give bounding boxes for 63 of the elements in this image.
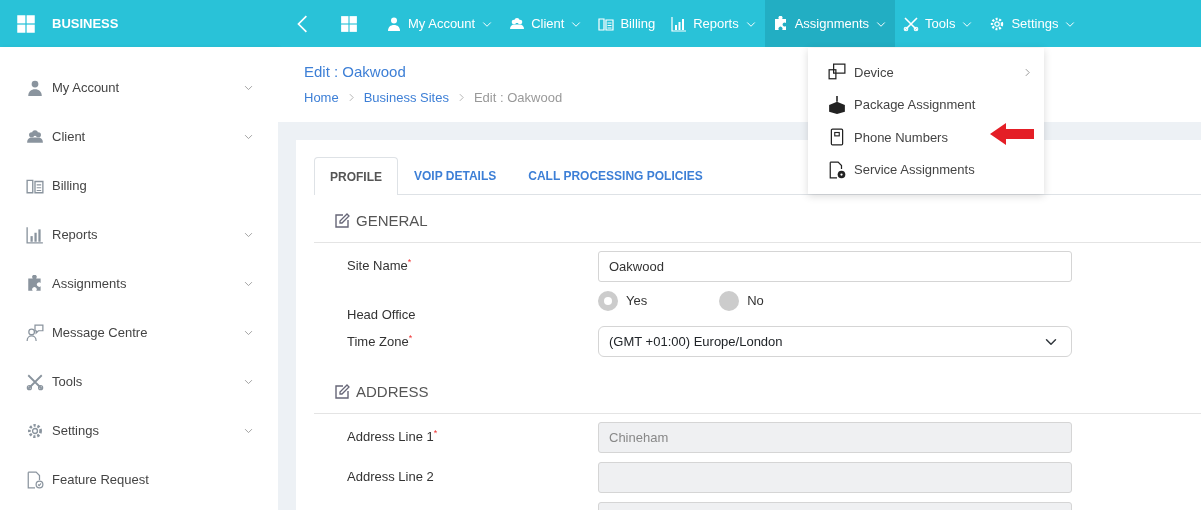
sidebar-item[interactable]: Feature Request [0, 455, 278, 504]
bar-chart-icon [671, 15, 688, 32]
field-label: Address Line 1 [347, 429, 434, 445]
field-label: Head Office [347, 306, 416, 322]
section-heading: ADDRESS [356, 382, 429, 402]
menu-item[interactable]: Service Assignments [808, 153, 1044, 186]
sidebar-item[interactable]: My Account [0, 63, 278, 112]
gear-icon [989, 15, 1006, 32]
chat-person-icon [26, 323, 44, 342]
sidebar-item[interactable]: Message Centre [0, 308, 278, 357]
breadcrumb-link[interactable]: Business Sites [363, 87, 449, 107]
required-mark: * [433, 428, 438, 439]
sidebar-item[interactable]: Tools [0, 357, 278, 406]
radio-button[interactable] [719, 290, 740, 311]
box-icon [828, 95, 846, 114]
gear-icon [26, 421, 44, 440]
radio-button[interactable] [598, 290, 618, 311]
radio-label: Yes [626, 291, 648, 310]
menu-item[interactable]: Device [808, 56, 1044, 89]
puzzle-icon [772, 15, 789, 32]
required-mark: * [408, 332, 413, 343]
tools-icon [26, 372, 44, 391]
bar-chart-icon [26, 225, 44, 244]
ledger-icon [598, 15, 615, 32]
text-field[interactable]: Oakwood [598, 250, 1072, 282]
notebook-icon [828, 128, 846, 147]
breadcrumb-current: Edit : Oakwood [473, 88, 563, 107]
tools-icon [903, 15, 920, 32]
person-icon [386, 15, 402, 32]
devices-icon [828, 63, 846, 82]
breadcrumb-link[interactable]: Home [304, 87, 339, 107]
edit-icon [334, 384, 350, 401]
grid-icon [340, 14, 358, 33]
chevron-right-icon [456, 92, 466, 102]
page-title: Edit : Oakwood [304, 62, 406, 82]
field-label: Time Zone [347, 333, 409, 349]
menu-item[interactable]: Phone Numbers [808, 121, 1044, 154]
brand-name: BUSINESS [52, 14, 119, 33]
radio-label: No [747, 291, 764, 310]
sidebar-item[interactable]: Settings [0, 406, 278, 455]
sidebar-item[interactable]: Client [0, 112, 278, 161]
tab[interactable]: PROFILE [314, 157, 398, 195]
document-disc-icon [828, 160, 846, 179]
chevron-right-icon [346, 92, 356, 102]
people-icon [26, 127, 44, 146]
document-check-icon [26, 470, 44, 489]
field-label: Address Line 2 [347, 469, 434, 485]
tab[interactable]: VOIP DETAILS [398, 157, 513, 194]
field-label: Site Name [347, 258, 408, 274]
tab[interactable]: CALL PROCESSING POLICIES [512, 157, 719, 194]
people-icon [509, 15, 526, 32]
person-icon [26, 78, 44, 97]
puzzle-icon [26, 274, 44, 293]
required-mark: * [407, 257, 412, 268]
grid-icon [16, 13, 36, 34]
sidebar-item[interactable]: Reports [0, 210, 278, 259]
edit-icon [334, 213, 350, 230]
section-heading: GENERAL [356, 211, 428, 231]
sidebar-item[interactable]: Assignments [0, 259, 278, 308]
sidebar-item[interactable]: Billing [0, 161, 278, 210]
dropdown-field[interactable]: (GMT +01:00) Europe/London [598, 326, 1072, 357]
menu-item[interactable]: Package Assignment [808, 88, 1044, 121]
arrow-icon [990, 123, 1034, 145]
